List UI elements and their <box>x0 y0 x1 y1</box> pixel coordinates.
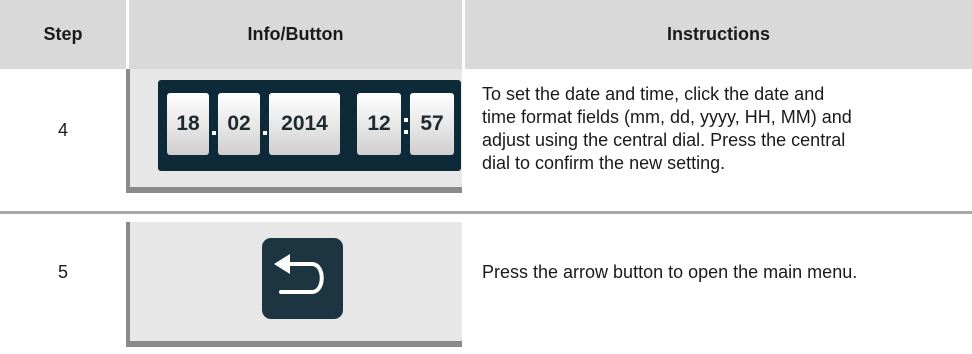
instruction-line: dial to confirm the new setting. <box>482 153 726 173</box>
instruction-line: Press the arrow button to open the main … <box>482 262 858 282</box>
separator-dot <box>212 131 216 135</box>
step-number: 4 <box>57 120 68 140</box>
hour-field[interactable]: 12 <box>357 93 401 155</box>
return-arrow-icon <box>274 254 324 294</box>
instruction-line: time format fields (mm, dd, yyyy, HH, MM… <box>482 107 852 127</box>
instruction-line: To set the date and time, click the date… <box>482 84 825 104</box>
table-header: Step Info/Button Instructions <box>0 0 972 69</box>
year-field[interactable]: 2014 <box>269 93 340 155</box>
header-step: Step <box>43 24 83 44</box>
month-field[interactable]: 02 <box>218 93 260 155</box>
button-panel <box>126 222 462 347</box>
header-instructions: Instructions <box>666 24 770 44</box>
minute-field[interactable]: 57 <box>410 93 454 155</box>
instructions-text: Press the arrow button to open the main … <box>482 261 966 284</box>
instruction-line: adjust using the central dial. Press the… <box>482 130 846 150</box>
datetime-panel: 18 02 2014 12 57 <box>126 69 462 193</box>
row-separator <box>0 211 972 214</box>
colon-dot-bottom <box>404 130 408 134</box>
instructions-text: To set the date and time, click the date… <box>482 83 966 175</box>
header-info-button: Info/Button <box>247 24 344 44</box>
separator-dot <box>263 131 267 135</box>
datetime-display: 18 02 2014 12 57 <box>158 80 461 171</box>
day-field[interactable]: 18 <box>167 93 209 155</box>
back-button[interactable] <box>262 238 343 319</box>
colon-dot-top <box>404 118 408 122</box>
step-number: 5 <box>57 262 68 282</box>
